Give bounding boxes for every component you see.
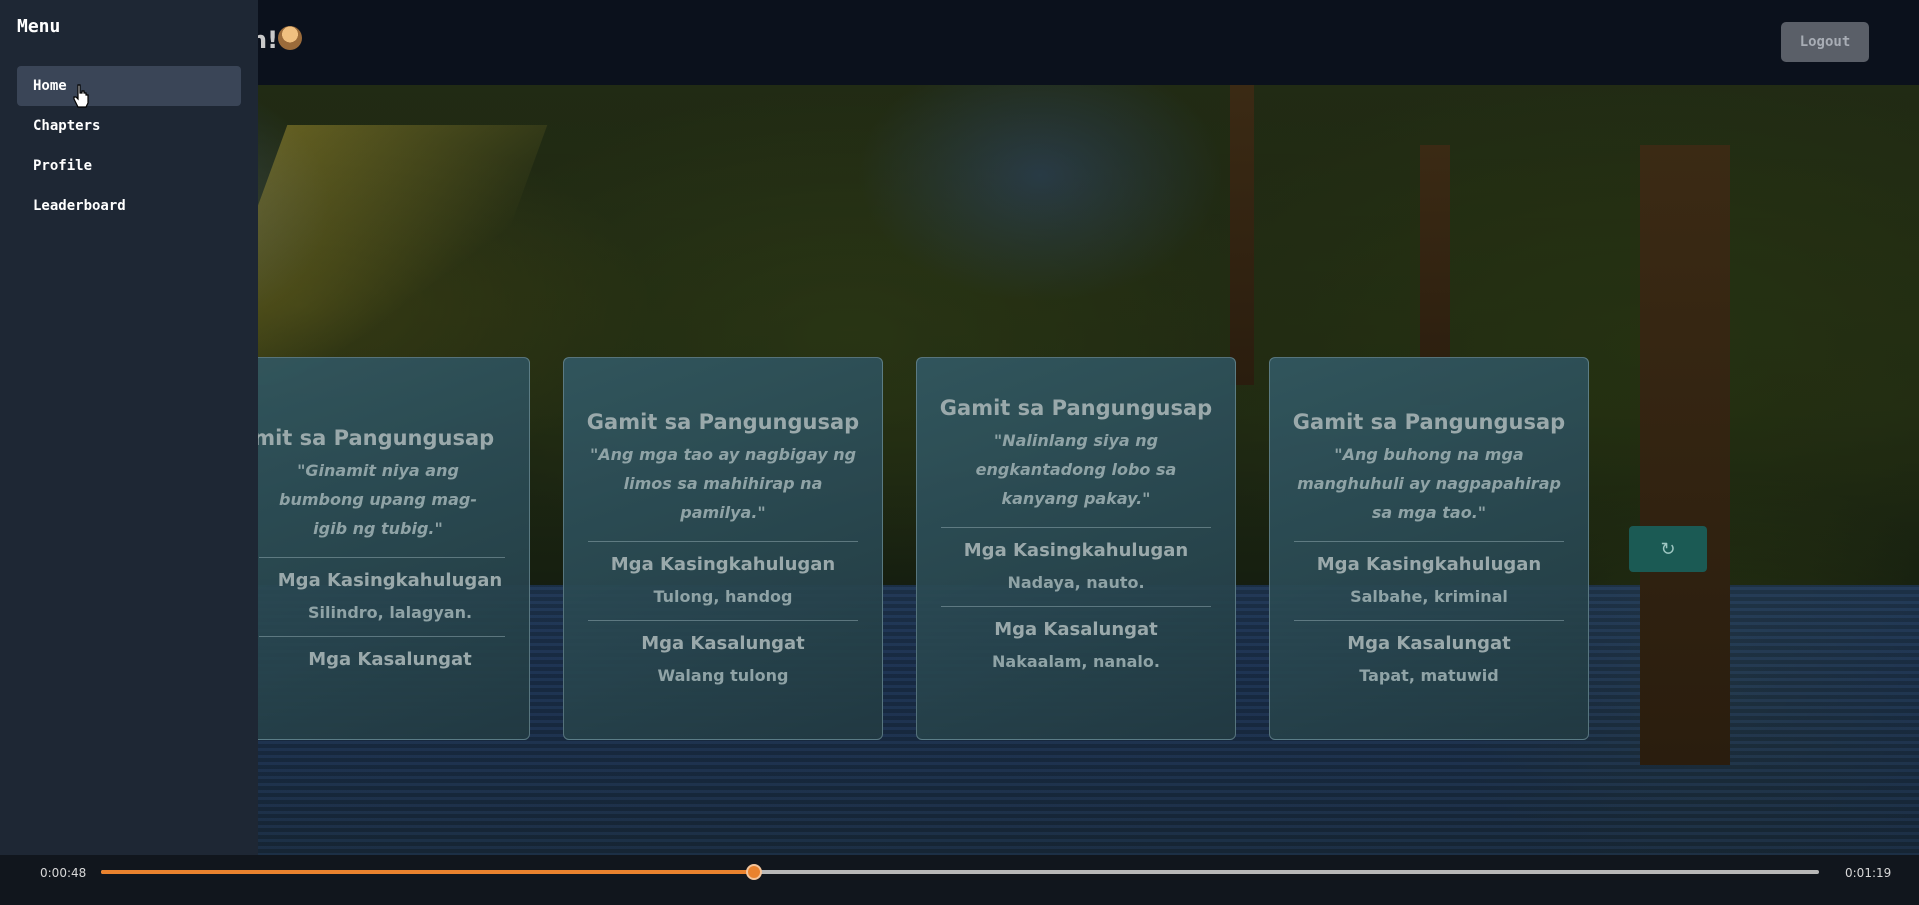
- card-divider: [941, 606, 1211, 607]
- antonyms-heading: Mga Kasalungat: [641, 633, 805, 654]
- card-sentence: "Ginamit niya ang bumbong upang mag-igib…: [279, 461, 477, 538]
- antonyms-heading: Mga Kasalungat: [994, 619, 1158, 640]
- synonyms-heading: Mga Kasingkahulugan: [1316, 554, 1542, 575]
- card-sentence: "Ang buhong na mga manghuhuli ay nagpapa…: [1297, 445, 1561, 522]
- avatar-icon: [278, 26, 302, 50]
- card-divider: [259, 636, 505, 637]
- current-time: 0:00:48: [40, 866, 87, 880]
- synonyms-value: Nadaya, nauto.: [1007, 573, 1145, 592]
- logout-button[interactable]: Logout: [1781, 22, 1869, 62]
- card-divider: [588, 541, 858, 542]
- seek-thumb[interactable]: [745, 864, 762, 880]
- antonyms-heading: Mga Kasalungat: [1347, 633, 1511, 654]
- card-sentence: "Ang mga tao ay nagbigay ng limos sa mah…: [589, 445, 857, 522]
- card-divider: [941, 527, 1211, 528]
- card-sentence: "Nalinlang siya ng engkantadong lobo sa …: [975, 431, 1177, 508]
- antonyms-heading: Mga Kasalungat: [308, 649, 472, 670]
- top-bar: n! Logout: [0, 0, 1919, 85]
- card-title: Gamit sa Pangungusap: [939, 396, 1213, 420]
- media-player-bar: 0:00:48 0:01:19: [0, 855, 1919, 905]
- tree-trunk: [1640, 145, 1730, 765]
- synonyms-value: Salbahe, kriminal: [1350, 587, 1508, 606]
- card-divider: [259, 557, 505, 558]
- sidebar-menu: Menu Home Chapters Profile Leaderboard: [0, 0, 258, 855]
- seek-bar-progress: [101, 870, 754, 874]
- synonyms-value: Tulong, handog: [653, 587, 793, 606]
- synonyms-heading: Mga Kasingkahulugan: [963, 540, 1189, 561]
- card-title: Gamit sa Pangungusap: [1292, 410, 1566, 434]
- seek-bar[interactable]: [101, 864, 1819, 880]
- card-divider: [588, 620, 858, 621]
- synonyms-heading: Mga Kasingkahulugan: [610, 554, 836, 575]
- refresh-icon: ↻: [1660, 538, 1676, 559]
- word-card: Gamit sa Pangungusap "Ang mga tao ay nag…: [563, 357, 883, 740]
- menu-title: Menu: [17, 16, 61, 37]
- antonyms-value: Nakaalam, nanalo.: [992, 652, 1160, 671]
- sidebar-item-profile[interactable]: Profile: [17, 146, 241, 186]
- refresh-button[interactable]: ↻: [1629, 526, 1707, 572]
- word-card: Gamit sa Pangungusap "Ang buhong na mga …: [1269, 357, 1589, 740]
- sidebar-item-leaderboard[interactable]: Leaderboard: [17, 186, 241, 226]
- total-time: 0:01:19: [1845, 866, 1892, 880]
- card-title: Gamit sa Pangungusap: [586, 410, 860, 434]
- word-card: Gamit sa Pangungusap "Ginamit niya ang b…: [210, 357, 530, 740]
- sidebar-item-chapters[interactable]: Chapters: [17, 106, 241, 146]
- sidebar-item-home[interactable]: Home: [17, 66, 241, 106]
- word-card: Gamit sa Pangungusap "Nalinlang siya ng …: [916, 357, 1236, 740]
- synonyms-value: Silindro, lalagyan.: [307, 603, 473, 622]
- card-divider: [1294, 620, 1564, 621]
- antonyms-value: Walang tulong: [657, 666, 789, 685]
- antonyms-value: Tapat, matuwid: [1359, 666, 1499, 685]
- synonyms-heading: Mga Kasingkahulugan: [277, 570, 503, 591]
- hand-cursor-icon: [73, 84, 89, 108]
- tree-trunk: [1230, 85, 1254, 385]
- card-divider: [1294, 541, 1564, 542]
